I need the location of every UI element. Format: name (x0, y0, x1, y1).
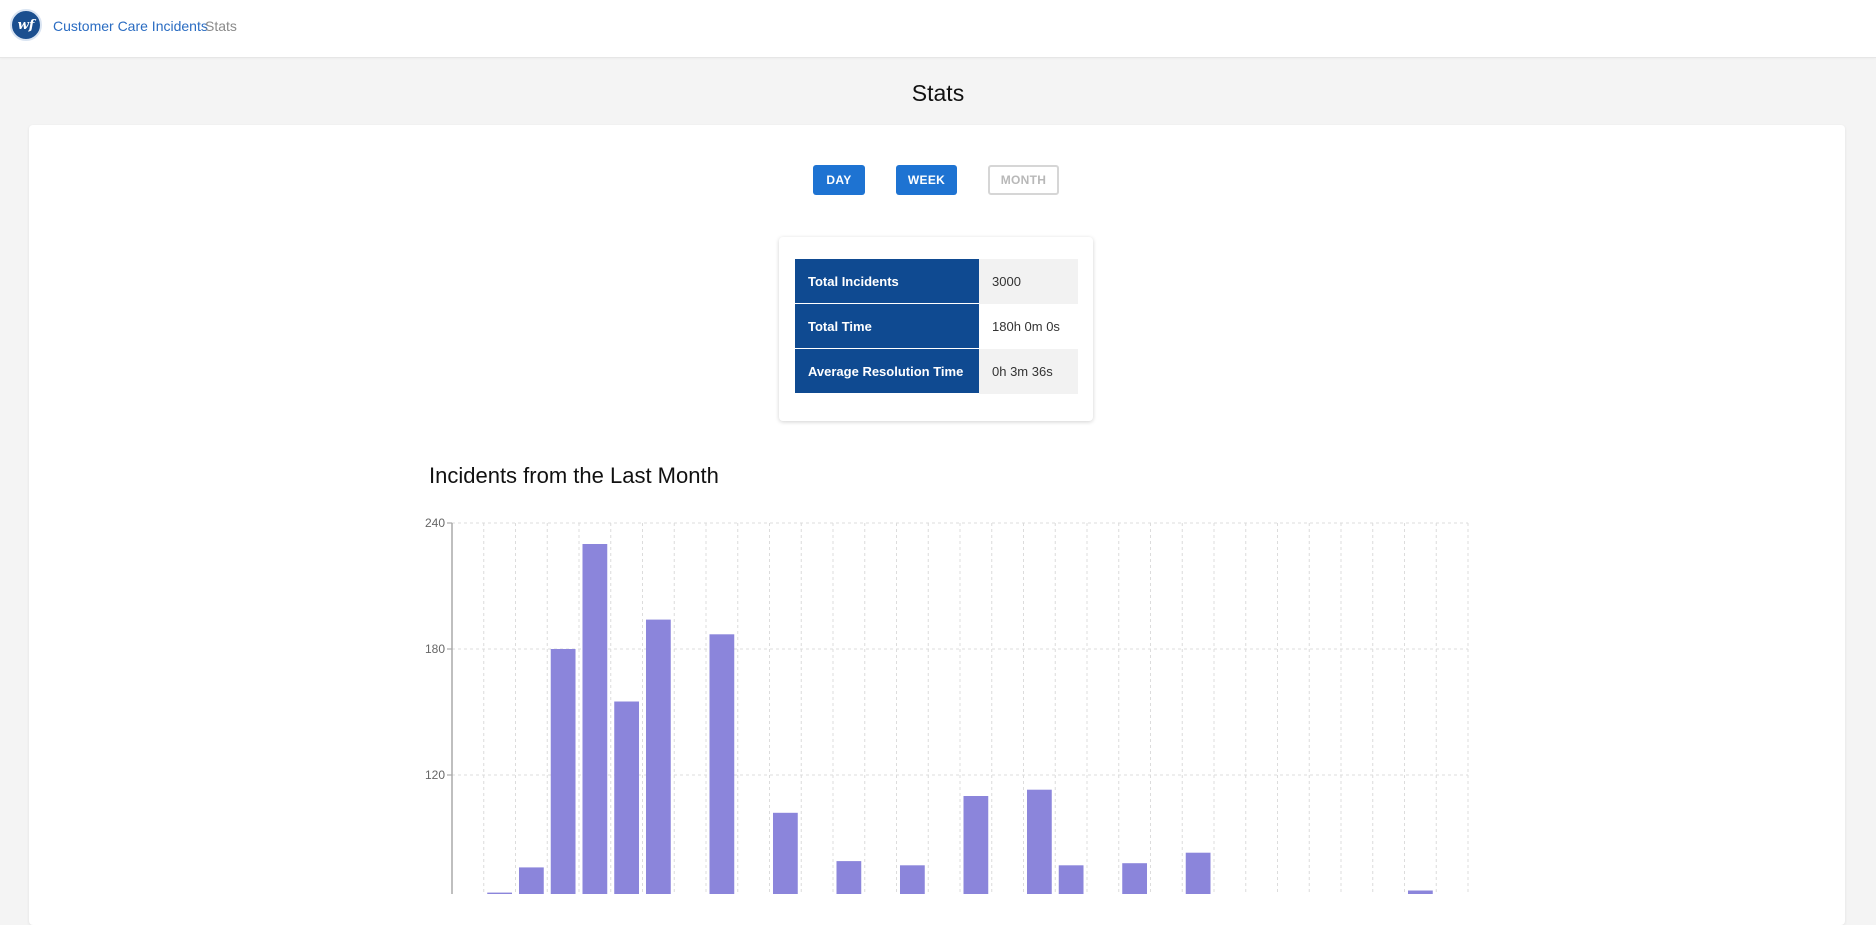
incidents-bar-chart: 60120180240 (425, 516, 1469, 894)
bar (772, 812, 798, 894)
breadcrumb-current: Stats (205, 18, 237, 34)
bar (550, 649, 576, 894)
bar (1185, 852, 1211, 894)
summary-label: Average Resolution Time (795, 348, 979, 394)
bar (709, 634, 735, 894)
week-button[interactable]: WEEK (896, 165, 957, 195)
summary-label: Total Time (795, 303, 979, 349)
logo-text: wf (17, 17, 35, 33)
top-navigation-bar: wf Customer Care Incidents Stats (0, 0, 1876, 58)
bar (1026, 789, 1052, 894)
bar (645, 619, 671, 894)
y-tick-label: 240 (425, 516, 445, 530)
bar (582, 544, 608, 894)
summary-panel: Total Incidents 3000 Total Time 180h 0m … (779, 237, 1093, 421)
summary-row-total-time: Total Time 180h 0m 0s (795, 303, 1078, 349)
summary-value: 0h 3m 36s (979, 348, 1078, 394)
bar (518, 867, 544, 894)
app-logo[interactable]: wf (10, 9, 42, 41)
summary-table: Total Incidents 3000 Total Time 180h 0m … (795, 259, 1078, 394)
page-title: Stats (911, 80, 965, 106)
summary-label: Total Incidents (795, 259, 979, 304)
y-tick-label: 120 (425, 768, 445, 782)
summary-row-total-incidents: Total Incidents 3000 (795, 259, 1078, 304)
bar (899, 865, 925, 894)
bar (1407, 890, 1433, 894)
month-button[interactable]: MONTH (988, 165, 1059, 195)
summary-value: 3000 (979, 259, 1078, 304)
summary-value: 180h 0m 0s (992, 318, 1060, 334)
summary-row-average-resolution-time: Average Resolution Time 0h 3m 36s (795, 348, 1078, 394)
y-tick-label: 180 (425, 642, 445, 656)
app-name-link[interactable]: Customer Care Incidents (53, 18, 208, 34)
bar (963, 796, 989, 894)
day-button[interactable]: DAY (813, 165, 865, 195)
bar (614, 701, 640, 894)
chart-title: Incidents from the Last Month (429, 463, 719, 488)
bar (1058, 865, 1084, 894)
bar (1122, 863, 1148, 894)
bar (836, 861, 862, 894)
